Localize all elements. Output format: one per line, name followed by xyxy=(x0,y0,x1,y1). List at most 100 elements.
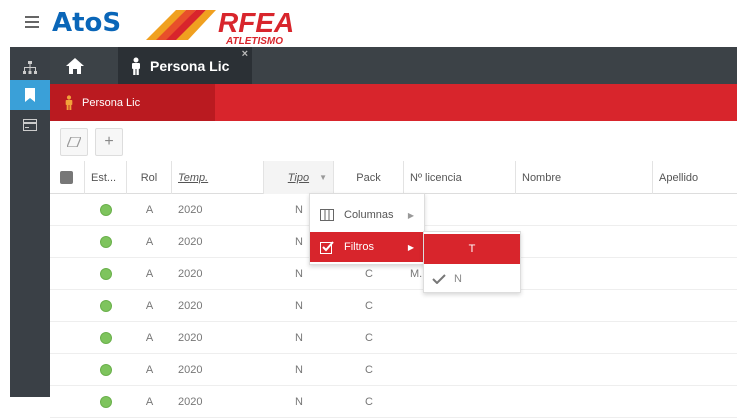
column-header-apellido[interactable]: Apellido xyxy=(653,161,737,194)
section-tab-label: Persona Lic xyxy=(82,96,141,109)
sitemap-icon[interactable] xyxy=(10,53,50,83)
menu-item-columnas[interactable]: Columnas ▶ xyxy=(310,200,424,230)
cell-rol: A xyxy=(145,236,154,248)
columns-icon xyxy=(320,209,334,221)
cell-rol: A xyxy=(145,364,154,376)
chevron-right-icon: ▶ xyxy=(407,210,414,220)
cell-empty xyxy=(50,322,85,354)
status-cell xyxy=(85,354,127,386)
cell-empty xyxy=(653,194,737,226)
cell-temp: 2020 xyxy=(178,396,203,408)
data-grid: Est... Rol Temp. Tipo ▼ Pack Nº licencia… xyxy=(50,161,737,418)
table-row[interactable]: A 2020 N C xyxy=(50,290,737,322)
cell-empty xyxy=(516,354,653,386)
cell-empty xyxy=(653,354,737,386)
cell-pack: C xyxy=(365,364,373,376)
section-tab-persona-lic[interactable]: Persona Lic xyxy=(50,84,215,121)
table-row[interactable]: A 2020 N C xyxy=(50,354,737,386)
column-header-tipo[interactable]: Tipo ▼ xyxy=(264,161,334,194)
column-menu: Columnas ▶ Filtros ▶ xyxy=(309,193,425,265)
rfea-logo: RFEA ATLETISMO xyxy=(146,7,294,46)
chevron-right-icon: ▶ xyxy=(407,242,414,252)
cell-empty xyxy=(653,322,737,354)
cell-rol: A xyxy=(145,396,154,408)
svg-text:ATLETISMO: ATLETISMO xyxy=(225,36,283,46)
cell-empty xyxy=(50,258,85,290)
status-cell xyxy=(85,258,127,290)
cell-tipo: N xyxy=(295,364,303,376)
cell-empty xyxy=(516,290,653,322)
cell-temp: 2020 xyxy=(178,268,203,280)
cell-pack: C xyxy=(365,396,373,408)
check-icon xyxy=(432,274,446,284)
column-header-rol[interactable]: Rol xyxy=(127,161,172,194)
cell-pack: C xyxy=(365,332,373,344)
cell-empty xyxy=(516,322,653,354)
cell-pack: C xyxy=(365,300,373,312)
status-cell xyxy=(85,194,127,226)
status-dot-icon xyxy=(100,396,112,408)
top-bar: AtoS RFEA ATLETISMO xyxy=(0,0,737,47)
cell-temp: 2020 xyxy=(178,204,203,216)
app-tab-bar: Persona Lic × xyxy=(50,47,737,84)
hamburger-icon[interactable] xyxy=(25,16,39,28)
eraser-icon[interactable] xyxy=(60,128,88,156)
column-header-licencia[interactable]: Nº licencia xyxy=(404,161,516,194)
status-dot-icon xyxy=(100,332,112,344)
close-icon[interactable]: × xyxy=(242,48,248,60)
rfea-logo-text: RFEA xyxy=(218,7,294,38)
status-dot-icon xyxy=(100,268,112,280)
cell-empty xyxy=(653,226,737,258)
status-cell xyxy=(85,290,127,322)
status-dot-icon xyxy=(100,236,112,248)
cell-empty xyxy=(50,194,85,226)
tab-persona-lic[interactable]: Persona Lic × xyxy=(118,47,252,84)
cell-empty xyxy=(516,258,653,290)
status-cell xyxy=(85,386,127,418)
card-icon[interactable] xyxy=(10,110,50,140)
grid-header: Est... Rol Temp. Tipo ▼ Pack Nº licencia… xyxy=(50,161,737,194)
status-dot-icon xyxy=(100,204,112,216)
column-header-nombre[interactable]: Nombre xyxy=(516,161,653,194)
column-header-pack[interactable]: Pack xyxy=(334,161,404,194)
column-header-estado[interactable]: Est... xyxy=(85,161,127,194)
cell-lic xyxy=(404,322,516,354)
table-row[interactable]: A 2020 N C xyxy=(50,386,737,418)
status-dot-icon xyxy=(100,364,112,376)
person-icon xyxy=(132,57,140,75)
cell-temp: 2020 xyxy=(178,364,203,376)
column-header-temp[interactable]: Temp. xyxy=(172,161,264,194)
cell-rol: A xyxy=(145,268,154,280)
person-icon xyxy=(65,95,73,110)
checkbox-icon xyxy=(320,240,334,254)
cell-empty xyxy=(50,386,85,418)
cell-empty xyxy=(50,290,85,322)
menu-item-filtros[interactable]: Filtros ▶ xyxy=(310,232,424,262)
cell-empty xyxy=(516,194,653,226)
filter-submenu: T N xyxy=(423,231,521,293)
add-button[interactable]: + xyxy=(95,128,123,156)
grid-toolbar: + xyxy=(50,121,737,161)
cell-tipo: N xyxy=(295,396,303,408)
bookmark-icon[interactable] xyxy=(10,80,50,110)
status-cell xyxy=(85,322,127,354)
select-all-checkbox[interactable] xyxy=(50,161,85,194)
cell-empty xyxy=(653,386,737,418)
cell-temp: 2020 xyxy=(178,332,203,344)
status-cell xyxy=(85,226,127,258)
cell-empty xyxy=(516,386,653,418)
filter-option-t[interactable]: T xyxy=(424,234,520,264)
atos-logo: AtoS xyxy=(52,8,122,38)
cell-temp: 2020 xyxy=(178,300,203,312)
filter-option-n[interactable]: N xyxy=(424,264,520,294)
cell-temp: 2020 xyxy=(178,236,203,248)
chevron-down-icon[interactable]: ▼ xyxy=(319,173,327,182)
cell-rol: A xyxy=(145,332,154,344)
cell-empty xyxy=(50,226,85,258)
cell-tipo: N xyxy=(295,300,303,312)
table-row[interactable]: A 2020 N C xyxy=(50,322,737,354)
cell-lic xyxy=(404,290,516,322)
status-dot-icon xyxy=(100,300,112,312)
home-icon[interactable] xyxy=(50,47,100,84)
cell-empty xyxy=(50,354,85,386)
